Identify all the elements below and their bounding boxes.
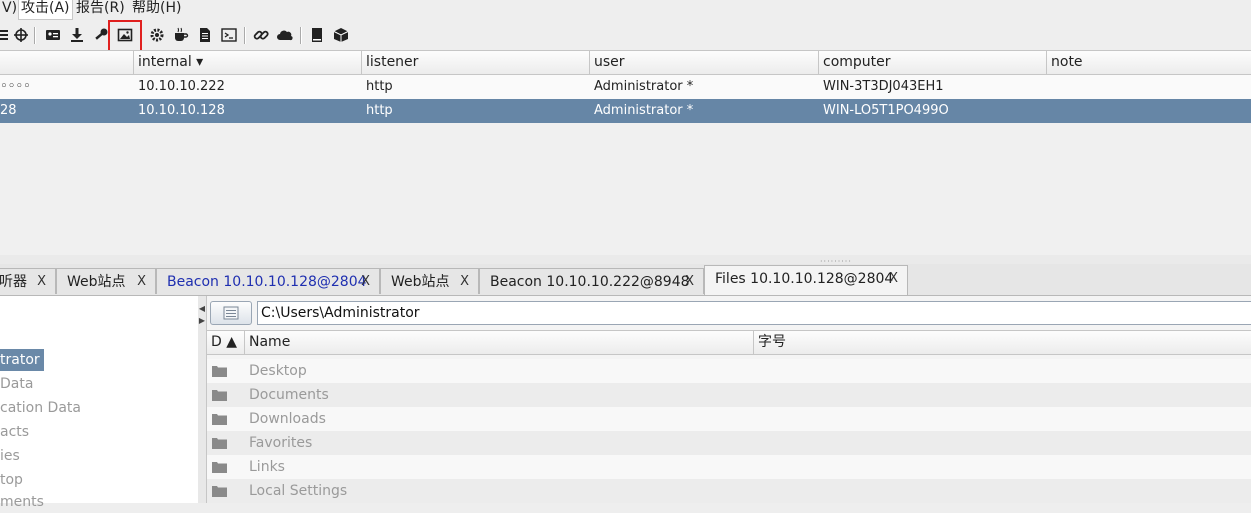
menu-attack[interactable]: 攻击(A) bbox=[18, 0, 73, 20]
terminal-icon[interactable] bbox=[219, 25, 239, 45]
cell-computer: WIN-LO5T1PO499O bbox=[823, 103, 949, 118]
col-external[interactable] bbox=[0, 51, 134, 74]
cell-listener: http bbox=[366, 103, 393, 118]
link-icon[interactable] bbox=[251, 25, 271, 45]
table-row-selected[interactable]: 28 10.10.10.128 http Administrator * WIN… bbox=[0, 99, 1251, 123]
crosshair-icon[interactable] bbox=[11, 25, 31, 45]
folder-icon bbox=[212, 390, 227, 401]
tree-item[interactable]: Data bbox=[0, 373, 33, 395]
file-row[interactable]: Local Settings bbox=[207, 479, 1251, 503]
col-note[interactable]: note bbox=[1047, 51, 1251, 74]
document-icon[interactable] bbox=[195, 25, 215, 45]
col-internal[interactable]: internal ▾ bbox=[134, 51, 362, 74]
close-icon[interactable]: X bbox=[137, 269, 146, 295]
gear-icon[interactable] bbox=[147, 25, 167, 45]
up-folder-button[interactable] bbox=[210, 301, 252, 325]
tree-item-selected[interactable]: trator bbox=[0, 349, 44, 371]
file-name: Favorites bbox=[249, 435, 313, 451]
col-listener[interactable]: listener bbox=[362, 51, 590, 74]
tab-beacon-222[interactable]: Beacon 10.10.10.222@8948 X bbox=[479, 268, 704, 294]
folder-icon bbox=[212, 438, 227, 449]
tree-item[interactable]: cation Data bbox=[0, 397, 81, 419]
cell-note bbox=[1047, 99, 1251, 123]
id-card-icon[interactable] bbox=[43, 25, 63, 45]
close-icon[interactable]: X bbox=[361, 269, 370, 295]
file-row[interactable]: Links bbox=[207, 455, 1251, 479]
cell-user: Administrator * bbox=[594, 79, 694, 94]
file-row[interactable]: Desktop bbox=[207, 359, 1251, 383]
coffee-icon[interactable] bbox=[171, 25, 191, 45]
tab-web-sites-2[interactable]: Web站点 X bbox=[380, 268, 479, 294]
folder-tree: trator Data cation Data acts ies top men… bbox=[0, 296, 199, 510]
file-name: Links bbox=[249, 459, 285, 475]
folder-up-icon bbox=[223, 306, 239, 320]
tree-item[interactable]: ments bbox=[0, 491, 44, 513]
close-icon[interactable]: X bbox=[460, 269, 469, 295]
tree-item[interactable]: acts bbox=[0, 421, 29, 443]
file-browser: C:\Users\Administrator D ▲ Name 字号 Deskt… bbox=[207, 296, 1251, 503]
folder-icon bbox=[212, 462, 227, 473]
file-row[interactable]: Downloads bbox=[207, 407, 1251, 431]
cell-external: ◦◦◦◦ bbox=[0, 79, 31, 94]
download-icon[interactable] bbox=[67, 25, 87, 45]
col-computer[interactable]: computer bbox=[819, 51, 1047, 74]
book-icon[interactable] bbox=[307, 25, 327, 45]
close-icon[interactable]: X bbox=[37, 269, 46, 295]
cell-listener: http bbox=[366, 79, 393, 94]
package-icon[interactable] bbox=[331, 25, 351, 45]
menu-help[interactable]: 帮助(H) bbox=[130, 0, 183, 19]
tab-files-128[interactable]: Files 10.10.10.128@2804 X bbox=[704, 265, 908, 295]
folder-icon bbox=[212, 414, 227, 425]
close-icon[interactable]: X bbox=[889, 266, 898, 292]
menu-bar: V) 攻击(A) 报告(R) 帮助(H) bbox=[0, 0, 1251, 20]
file-name: Local Settings bbox=[249, 483, 348, 499]
file-name: Documents bbox=[249, 387, 329, 403]
close-icon[interactable]: X bbox=[685, 269, 694, 295]
col-d[interactable]: D ▲ bbox=[207, 331, 245, 354]
sessions-header: internal ▾ listener user computer note bbox=[0, 51, 1251, 75]
cloud-icon[interactable] bbox=[275, 25, 295, 45]
menu-report[interactable]: 报告(R) bbox=[74, 0, 127, 19]
file-name: Desktop bbox=[249, 363, 307, 379]
cell-computer: WIN-3T3DJ043EH1 bbox=[823, 79, 944, 94]
file-row[interactable]: Favorites bbox=[207, 431, 1251, 455]
col-user[interactable]: user bbox=[590, 51, 819, 74]
toolbar bbox=[0, 20, 1251, 50]
cell-external: 28 bbox=[0, 103, 17, 118]
folder-icon bbox=[212, 366, 227, 377]
folder-icon bbox=[212, 486, 227, 497]
cell-note bbox=[1047, 75, 1251, 99]
tab-web-sites-1[interactable]: Web站点 X bbox=[56, 268, 156, 294]
sessions-table: internal ▾ listener user computer note ◦… bbox=[0, 50, 1251, 256]
tree-item[interactable]: top bbox=[0, 469, 23, 491]
table-row[interactable]: ◦◦◦◦ 10.10.10.222 http Administrator * W… bbox=[0, 75, 1251, 99]
pane-divider[interactable]: ◀ ▶ bbox=[198, 296, 207, 503]
cell-internal: 10.10.10.222 bbox=[138, 79, 225, 94]
tree-item[interactable]: ies bbox=[0, 445, 20, 467]
tab-bar: 听器 X Web站点 X Beacon 10.10.10.128@2804 X Web… bbox=[0, 264, 1251, 296]
path-input[interactable]: C:\Users\Administrator bbox=[257, 301, 1251, 325]
split-pane-divider[interactable]: ········· bbox=[0, 255, 1251, 266]
file-name: Downloads bbox=[249, 411, 326, 427]
tab-listeners[interactable]: 听器 X bbox=[0, 268, 56, 294]
col-size[interactable]: 字号 bbox=[754, 331, 1251, 354]
cell-user: Administrator * bbox=[594, 103, 694, 118]
files-header: D ▲ Name 字号 bbox=[207, 330, 1251, 355]
col-name[interactable]: Name bbox=[245, 331, 754, 354]
menu-view[interactable]: V) bbox=[0, 0, 19, 19]
tab-beacon-128[interactable]: Beacon 10.10.10.128@2804 X bbox=[156, 268, 380, 294]
collapse-right-icon[interactable]: ▶ bbox=[198, 316, 206, 325]
collapse-left-icon[interactable]: ◀ bbox=[198, 304, 206, 313]
cell-internal: 10.10.10.128 bbox=[138, 103, 225, 118]
file-row[interactable]: Documents bbox=[207, 383, 1251, 407]
